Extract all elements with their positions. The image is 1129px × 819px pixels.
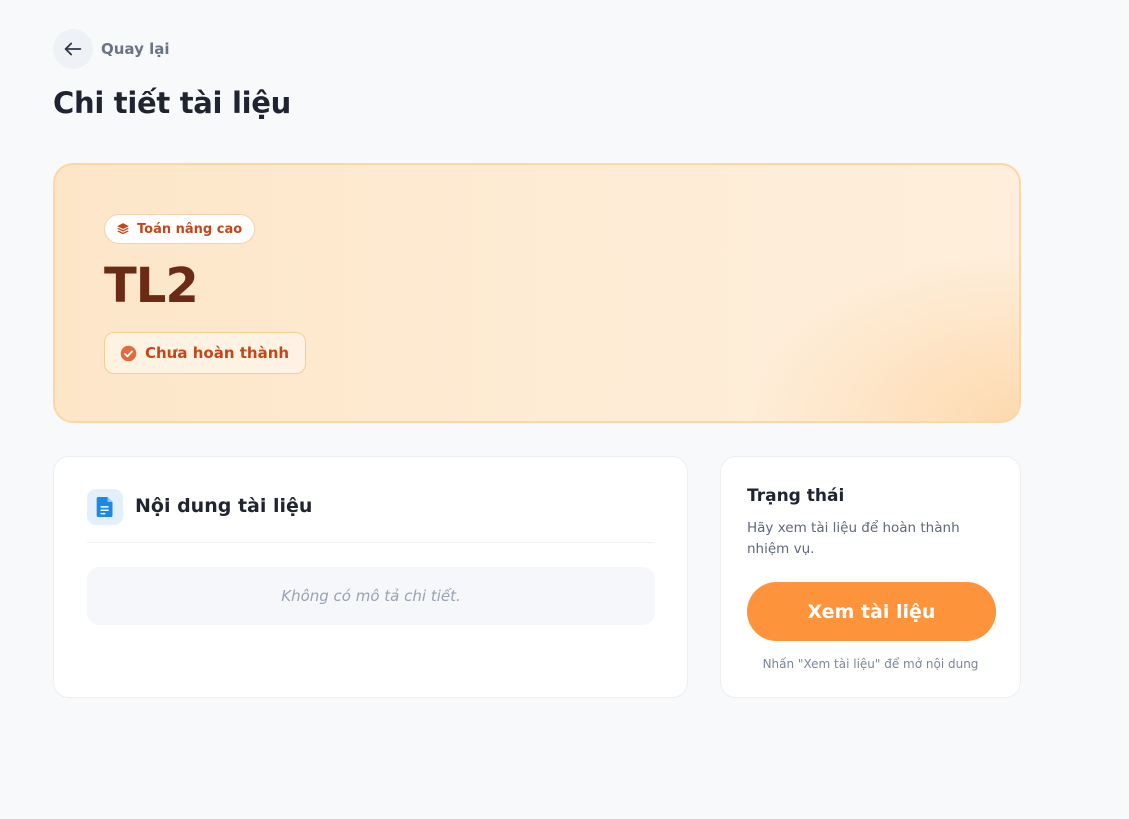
status-card-description: Hãy xem tài liệu để hoàn thành nhiệm vụ. bbox=[747, 520, 960, 557]
document-icon bbox=[96, 497, 113, 517]
status-badge: Chưa hoàn thành bbox=[104, 332, 307, 374]
page: Quay lại Chi tiết tài liệu Toán nâng cao… bbox=[0, 0, 1129, 819]
content-card-header: Nội dung tài liệu bbox=[87, 489, 654, 543]
view-document-button[interactable]: Xem tài liệu bbox=[747, 582, 996, 641]
document-icon-box bbox=[87, 489, 123, 525]
back-button[interactable] bbox=[53, 29, 93, 69]
layers-icon bbox=[117, 223, 129, 235]
status-label: Chưa hoàn thành bbox=[145, 344, 290, 362]
category-badge: Toán nâng cao bbox=[104, 214, 256, 244]
document-hero-banner: Toán nâng cao TL2 Chưa hoàn thành bbox=[53, 163, 1021, 423]
status-card: Trạng thái Hãy xem tài liệu để hoàn thàn… bbox=[720, 456, 1021, 698]
category-label: Toán nâng cao bbox=[137, 221, 243, 237]
empty-description-box: Không có mô tả chi tiết. bbox=[87, 567, 655, 625]
document-title: TL2 bbox=[104, 258, 199, 314]
arrow-left-icon bbox=[64, 42, 82, 56]
back-link[interactable]: Quay lại bbox=[53, 29, 170, 69]
check-circle-icon bbox=[120, 345, 137, 361]
empty-description-text: Không có mô tả chi tiết. bbox=[281, 587, 461, 605]
page-title: Chi tiết tài liệu bbox=[53, 86, 291, 120]
status-card-title: Trạng thái bbox=[747, 486, 845, 506]
content-card: Nội dung tài liệu Không có mô tả chi tiế… bbox=[53, 456, 688, 698]
content-title: Nội dung tài liệu bbox=[135, 495, 313, 517]
back-label[interactable]: Quay lại bbox=[101, 40, 170, 58]
view-document-hint: Nhấn "Xem tài liệu" để mở nội dung bbox=[762, 657, 979, 671]
